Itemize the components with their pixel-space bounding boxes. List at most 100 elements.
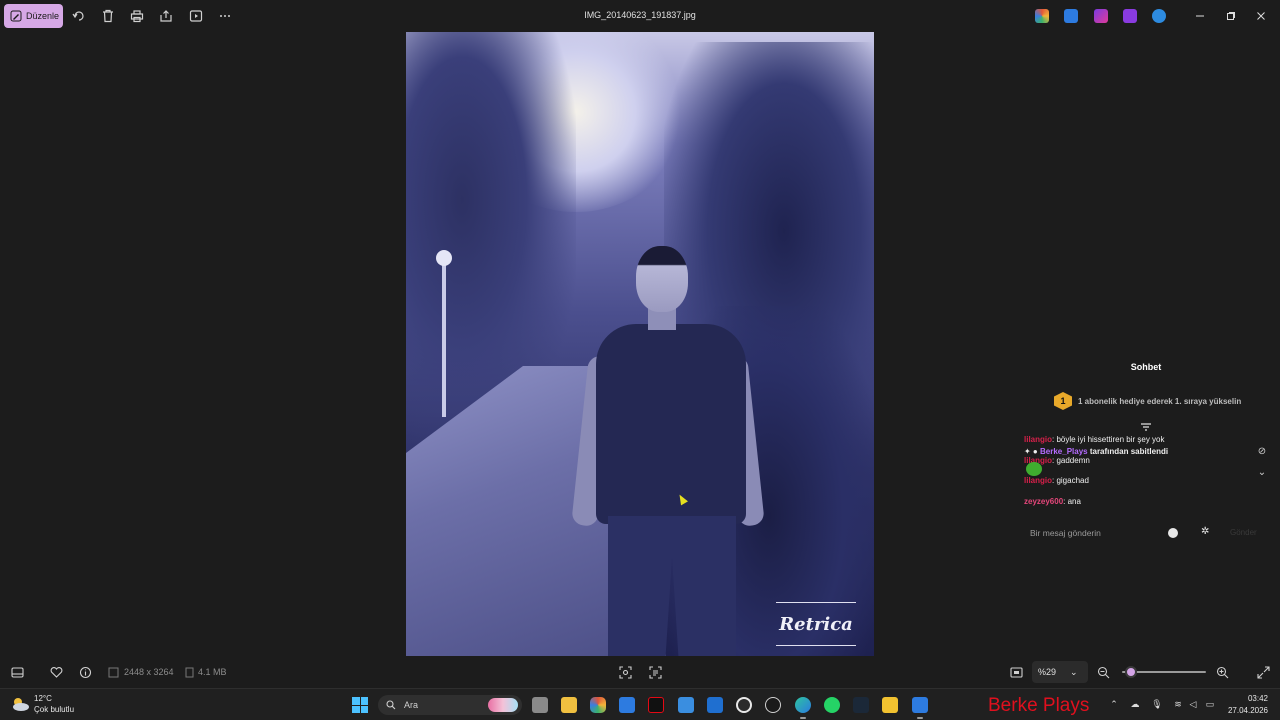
zoom-dropdown[interactable]: %29 ⌄ [1032, 661, 1088, 683]
obs-icon[interactable] [736, 697, 752, 713]
visual-search-icon [618, 665, 632, 679]
wifi-icon[interactable]: ≋ [1172, 699, 1184, 710]
app-icon[interactable] [882, 697, 898, 713]
person-head [636, 246, 688, 312]
chat-message[interactable]: zeyzey600: ana [1024, 497, 1081, 506]
gift-sub-banner[interactable]: 1 1 abonelik hediye ederek 1. sıraya yük… [1054, 392, 1241, 410]
chat-username[interactable]: lilangio [1024, 435, 1052, 444]
chat-message-text: : böyle iyi hissettiren bir şey yok [1052, 435, 1165, 444]
send-button[interactable]: Gönder [1230, 528, 1257, 537]
file-title: IMG_20140623_191837.jpg [584, 10, 696, 20]
minimize-button[interactable] [1192, 8, 1208, 24]
zoom-in-button[interactable] [1215, 665, 1229, 679]
photos-icon[interactable] [912, 697, 928, 713]
chat-message[interactable]: lilangio: gigachad [1024, 476, 1089, 485]
gift-sub-text: 1 abonelik hediye ederek 1. sıraya yükse… [1078, 396, 1242, 406]
microsoft-store-icon[interactable] [678, 697, 694, 713]
zoom-value: %29 [1038, 667, 1057, 677]
active-app-indicator [917, 717, 923, 719]
print-button[interactable] [128, 7, 146, 25]
designer-icon[interactable] [1123, 9, 1137, 23]
weather-description[interactable]: Çok bulutlu [34, 705, 74, 714]
windows-logo-icon [352, 705, 360, 713]
pin-icon: ✦ ● [1024, 447, 1038, 456]
app-icon[interactable] [707, 697, 723, 713]
photo-viewer-image[interactable]: Retrica [406, 32, 874, 656]
info-icon [79, 666, 91, 678]
share-button[interactable] [157, 7, 175, 25]
actual-size-button[interactable] [1009, 665, 1023, 679]
chat-username[interactable]: zeyzey600 [1024, 497, 1063, 506]
clock-date[interactable]: 27.04.2026 [1220, 706, 1268, 715]
pinned-suffix: tarafından sabitlendi [1089, 447, 1169, 456]
copilot-icon[interactable] [590, 697, 606, 713]
pinned-by-user[interactable]: Berke_Plays [1040, 447, 1088, 456]
zoom-out-button[interactable] [1096, 665, 1110, 679]
top-toolbar: Düzenle IMG_20140623_191837.jpg [0, 0, 1280, 32]
actual-size-icon [1009, 666, 1023, 678]
visual-search-button[interactable] [618, 665, 632, 679]
netflix-icon[interactable] [648, 697, 664, 713]
filmstrip-button[interactable] [10, 665, 24, 679]
outlook-icon[interactable] [619, 697, 635, 713]
more-options-button[interactable] [216, 7, 234, 25]
chat-message-input[interactable]: Bir mesaj gönderin [1024, 524, 1224, 542]
battery-icon[interactable]: ▭ [1204, 699, 1216, 710]
photo-lamp-head [436, 250, 452, 266]
whatsapp-icon[interactable] [824, 697, 840, 713]
weather-temperature[interactable]: 12°C [34, 694, 52, 703]
filmstrip-icon [10, 666, 24, 678]
chevron-up-icon[interactable]: ⌃ [1108, 699, 1120, 710]
edit-button[interactable]: Düzenle [4, 4, 63, 28]
search-highlight-icon [488, 698, 518, 712]
chevron-down-icon[interactable]: ⌄ [1256, 467, 1268, 479]
file-explorer-icon[interactable] [561, 697, 577, 713]
clock-time[interactable]: 03:42 [1228, 694, 1268, 703]
copilot-app-icon[interactable] [1035, 9, 1049, 23]
search-icon [386, 700, 396, 710]
volume-icon[interactable]: ◁ [1187, 699, 1199, 710]
chat-settings-gear-icon[interactable]: ✲ [1201, 526, 1209, 537]
print-icon [130, 10, 144, 23]
fullscreen-icon [1256, 665, 1270, 679]
microphone-icon[interactable]: 🎙 [1151, 699, 1163, 710]
steam-icon[interactable] [853, 697, 869, 713]
unpin-icon[interactable]: ⊘ [1256, 446, 1268, 458]
photos-editor-icon[interactable] [1064, 9, 1078, 23]
taskbar-search[interactable]: Ara [378, 695, 522, 715]
rotate-icon [72, 11, 84, 21]
edit-icon [10, 10, 22, 22]
retrica-watermark: Retrica [776, 602, 856, 646]
app-icon[interactable] [765, 697, 781, 713]
chat-username[interactable]: lilangio [1024, 476, 1052, 485]
slideshow-button[interactable] [187, 7, 205, 25]
close-button[interactable] [1253, 8, 1269, 24]
clipchamp-icon[interactable] [1094, 9, 1108, 23]
share-icon [160, 10, 172, 22]
close-icon [1257, 12, 1265, 20]
zoom-slider-thumb[interactable] [1125, 666, 1137, 678]
chat-message[interactable]: lilangio: böyle iyi hissettiren bir şey … [1024, 435, 1165, 444]
onedrive-tray-icon[interactable]: ☁ [1129, 699, 1141, 710]
zoom-in-icon [1216, 666, 1228, 678]
onedrive-icon[interactable] [1152, 9, 1166, 23]
delete-button[interactable] [99, 7, 117, 25]
scan-text-icon [648, 665, 662, 679]
edge-icon[interactable] [795, 697, 811, 713]
fullscreen-button[interactable] [1256, 665, 1270, 679]
maximize-button[interactable] [1223, 8, 1239, 24]
rank-badge-icon: 1 [1054, 392, 1072, 410]
start-button[interactable] [352, 697, 368, 713]
photo-lamp-post [442, 257, 446, 417]
file-info-button[interactable] [78, 665, 92, 679]
chat-filter-icon[interactable] [1140, 423, 1152, 433]
active-app-indicator [800, 717, 806, 719]
text-extract-button[interactable] [648, 665, 662, 679]
more-icon [220, 15, 230, 17]
rotate-button[interactable] [70, 7, 88, 25]
emoji-icon[interactable] [1168, 528, 1178, 538]
favorite-button[interactable] [49, 665, 63, 679]
task-view-icon[interactable] [532, 697, 548, 713]
cloudy-weather-icon[interactable] [10, 696, 30, 712]
photo-person [571, 246, 765, 656]
